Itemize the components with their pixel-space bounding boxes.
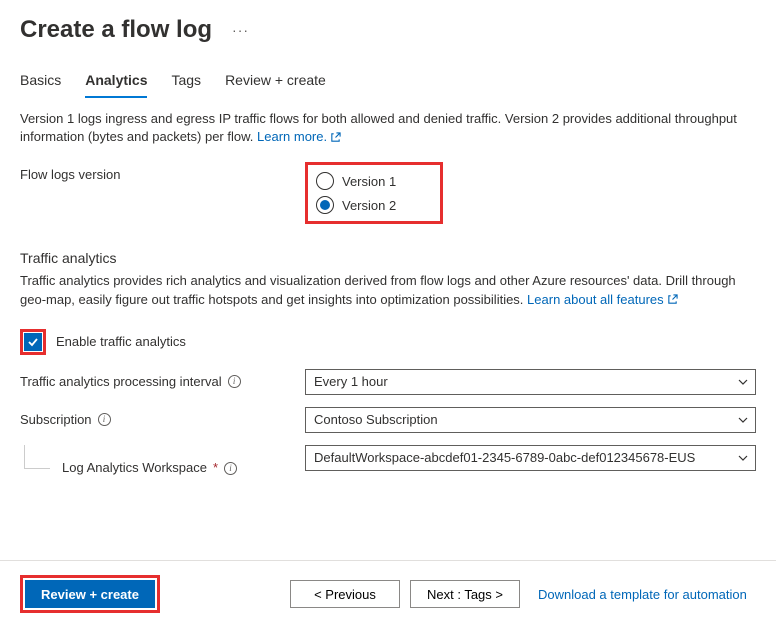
info-icon[interactable]: i xyxy=(228,375,241,388)
tab-tags[interactable]: Tags xyxy=(171,72,201,98)
next-button[interactable]: Next : Tags > xyxy=(410,580,520,608)
subscription-label: Subscription i xyxy=(20,407,305,427)
external-link-icon xyxy=(330,132,341,143)
interval-select[interactable]: Every 1 hour xyxy=(305,369,756,395)
subscription-select[interactable]: Contoso Subscription xyxy=(305,407,756,433)
chevron-down-icon xyxy=(737,452,749,464)
check-icon xyxy=(27,336,39,348)
required-asterisk: * xyxy=(213,460,218,475)
learn-features-link[interactable]: Learn about all features xyxy=(527,291,678,309)
indent-line xyxy=(24,445,50,469)
tab-analytics[interactable]: Analytics xyxy=(85,72,147,98)
traffic-analytics-heading: Traffic analytics xyxy=(0,236,776,270)
radio-label: Version 2 xyxy=(342,198,396,213)
select-value: Contoso Subscription xyxy=(314,412,438,427)
previous-button[interactable]: < Previous xyxy=(290,580,400,608)
enable-traffic-analytics-checkbox[interactable] xyxy=(24,333,42,351)
learn-more-link[interactable]: Learn more. xyxy=(257,128,341,146)
info-icon[interactable]: i xyxy=(224,462,237,475)
more-icon[interactable]: ··· xyxy=(232,22,249,38)
enable-traffic-analytics-label: Enable traffic analytics xyxy=(56,334,186,349)
traffic-analytics-description: Traffic analytics provides rich analytic… xyxy=(0,270,776,312)
page-title: Create a flow log xyxy=(20,16,212,44)
review-create-button[interactable]: Review + create xyxy=(25,580,155,608)
interval-label: Traffic analytics processing interval i xyxy=(20,369,305,389)
chevron-down-icon xyxy=(737,376,749,388)
version-description: Version 1 logs ingress and egress IP tra… xyxy=(0,98,776,150)
workspace-label: Log Analytics Workspace xyxy=(62,460,207,475)
radio-label: Version 1 xyxy=(342,174,396,189)
tab-basics[interactable]: Basics xyxy=(20,72,61,98)
radio-icon xyxy=(316,196,334,214)
radio-icon xyxy=(316,172,334,190)
workspace-select[interactable]: DefaultWorkspace-abcdef01-2345-6789-0abc… xyxy=(305,445,756,471)
chevron-down-icon xyxy=(737,414,749,426)
download-template-link[interactable]: Download a template for automation xyxy=(538,587,747,602)
select-value: Every 1 hour xyxy=(314,374,388,389)
radio-version-2[interactable]: Version 2 xyxy=(316,193,396,217)
tab-bar: Basics Analytics Tags Review + create xyxy=(0,54,776,98)
tab-review[interactable]: Review + create xyxy=(225,72,326,98)
version-radio-group: Version 1 Version 2 xyxy=(305,162,443,224)
radio-version-1[interactable]: Version 1 xyxy=(316,169,396,193)
info-icon[interactable]: i xyxy=(98,413,111,426)
select-value: DefaultWorkspace-abcdef01-2345-6789-0abc… xyxy=(314,450,695,465)
external-link-icon xyxy=(667,294,678,305)
footer: Review + create < Previous Next : Tags >… xyxy=(0,560,776,627)
flow-version-label: Flow logs version xyxy=(20,162,305,182)
